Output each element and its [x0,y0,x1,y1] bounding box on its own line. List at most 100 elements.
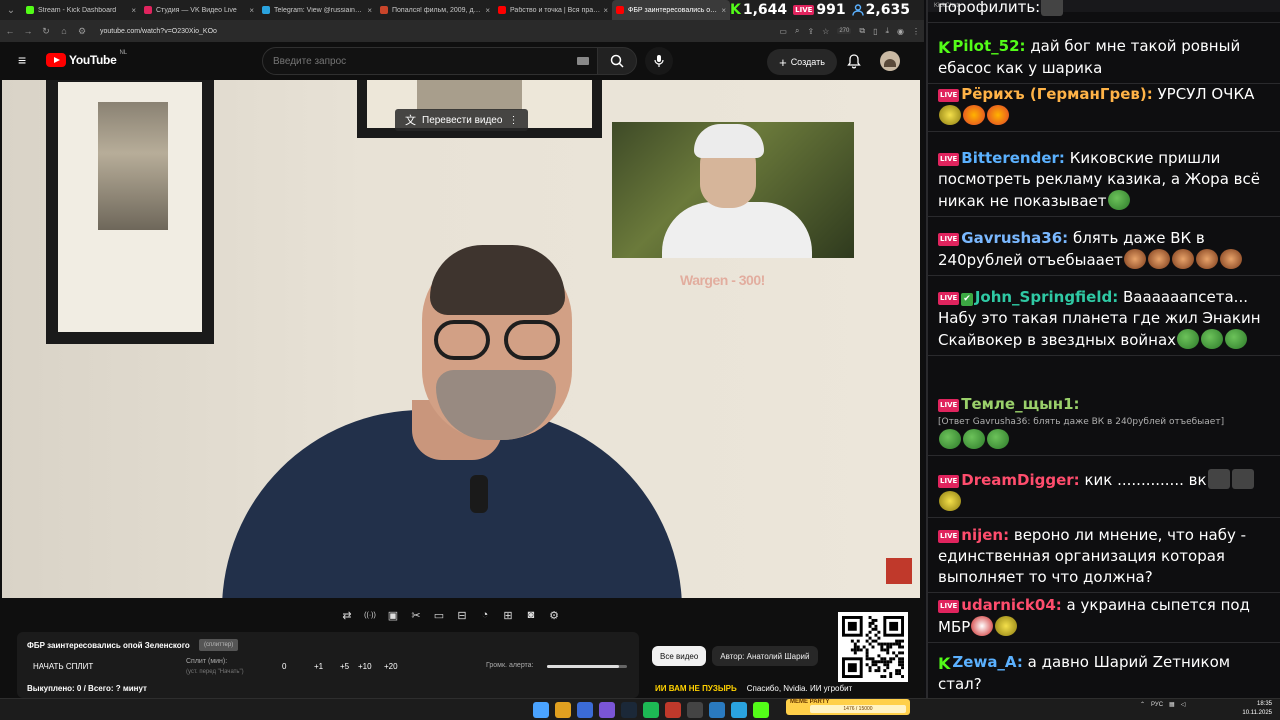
app-red-icon[interactable] [665,702,681,718]
more-options-icon[interactable]: ⋮ [508,115,518,126]
chat-message[interactable]: LIVE udarnick04: а украина сыпется под МБ… [928,591,1280,643]
extensions-icon[interactable]: ⧉ [859,26,865,36]
chat-text: УРСУЛ ОЧКА [1157,85,1255,103]
forward-icon[interactable]: → [22,26,34,36]
search-button[interactable] [597,47,637,75]
tab-close-icon[interactable]: × [131,6,136,15]
chat-author[interactable]: DreamDigger: [961,471,1079,489]
panel-chip[interactable]: (сплиттер) [199,639,239,651]
chat-author[interactable]: Pilot_52: [952,37,1025,55]
chat-message[interactable]: LIVE nijen: вероно ли мнение, что набу - … [928,521,1280,593]
subtitles-icon[interactable]: ⊟ [453,606,471,624]
site-info-icon[interactable]: ⚙ [76,26,88,37]
twitch-icon[interactable] [599,702,615,718]
chat-author[interactable]: nijen: [961,526,1009,544]
reload-icon[interactable]: ↻ [40,26,52,37]
chat-message[interactable]: LIVE Bitterender: Киковские пришли посмот… [928,144,1280,217]
spotify-icon[interactable] [643,702,659,718]
chip-all-videos[interactable]: Все видео [652,646,707,666]
split-minutes-value[interactable]: 0 [282,662,286,671]
video-player[interactable]: 文 Перевести видео ⋮ Wargen - 300! [2,80,920,598]
language-indicator[interactable]: РУС [1151,702,1163,708]
steam-icon[interactable] [621,702,637,718]
tab-close-icon[interactable]: × [721,6,726,15]
tab-list-icon[interactable]: ⌄ [0,0,22,20]
install-icon[interactable]: ▭ [779,27,787,36]
notifications-bell-icon[interactable] [846,53,862,69]
profile-icon[interactable]: ◉ [897,27,904,36]
speed-icon[interactable]: ◔ [476,606,494,624]
tab-close-icon[interactable]: × [367,6,372,15]
camera-icon[interactable]: ◙ [522,606,540,624]
bookmark-icon[interactable]: ☆ [822,27,829,36]
chat-author[interactable]: John_Springfield: [975,288,1118,306]
screenshot-icon[interactable]: ▣ [384,606,402,624]
recommended-video[interactable]: ИИ ВАМ НЕ ПУЗЫРЬ Спасибо, Nvidia. ИИ угр… [655,678,852,698]
obs-icon[interactable] [687,702,703,718]
pip-icon[interactable]: ▭ [430,606,448,624]
tab-close-icon[interactable]: × [485,6,490,15]
kick-app-icon[interactable] [753,702,769,718]
settings-icon[interactable]: ⚙ [545,606,563,624]
chat-message[interactable]: K Pilot_52: дай бог мне такой ровный ебас… [928,32,1280,84]
url-field[interactable]: youtube.com/watch?v=O230Xio_KOo [100,28,217,35]
start-icon[interactable] [533,702,549,718]
telegram-icon[interactable] [731,702,747,718]
chat-message[interactable]: LIVE DreamDigger: кик .............. вк [928,465,1280,518]
chat-message[interactable]: LIVE ✔ John_Springfield: Ваааааапсета... Н… [928,283,1280,356]
tab-close-icon[interactable]: × [249,6,254,15]
start-split-button[interactable]: НАЧАТЬ СПЛИТ [33,662,93,671]
browser-tab[interactable]: Студия — VK Видео Live × [140,0,258,20]
alert-volume-slider[interactable] [547,665,627,668]
chrome-icon[interactable] [555,702,571,718]
increment-20-button[interactable]: +20 [384,662,398,671]
back-icon[interactable]: ← [4,26,16,36]
extension-badge[interactable]: 270 [837,28,852,34]
network-icon[interactable]: ▦ [1169,701,1175,708]
increment-10-button[interactable]: +10 [358,662,372,671]
chat-author[interactable]: Темле_щын1: [961,395,1079,413]
chat-author[interactable]: udarnick04: [961,596,1062,614]
search-input[interactable] [273,55,563,67]
app-blue-icon[interactable] [709,702,725,718]
chat-message[interactable]: LIVE Темле_щын1: [Ответ Gavrusha36: блять… [928,390,1280,456]
volume-icon[interactable]: ◁ [1181,701,1186,708]
browser-menu-icon[interactable]: ⋮ [912,27,920,36]
downloads-icon[interactable]: ⤓ [885,26,889,36]
browser-tab[interactable]: Рабство и точка | Вся правда…× [494,0,612,20]
account-avatar[interactable] [880,51,900,71]
tray-chevron-icon[interactable]: ⌃ [1140,701,1145,708]
chat-message[interactable]: LIVE Рёрихъ (ГерманГрев): УРСУЛ ОЧКА [928,80,1280,132]
browser-tab[interactable]: ФБР заинтересовались ол… × [612,0,730,20]
keyboard-icon[interactable] [577,57,589,65]
youtube-logo[interactable]: YouTube NL [46,50,127,67]
chat-author[interactable]: Zewa_A: [952,653,1022,671]
clip-icon[interactable]: ✂ [407,606,425,624]
hamburger-menu-icon[interactable]: ≡ [18,53,30,67]
chip-author[interactable]: Автор: Анатолий Шарий [712,646,818,666]
add-icon[interactable]: ⊞ [499,606,517,624]
increment-1-button[interactable]: +1 [314,662,323,671]
create-button[interactable]: + Создать [767,49,837,75]
discord-icon[interactable] [577,702,593,718]
browser-tab[interactable]: Попался! фильм, 2009, дата вы…× [376,0,494,20]
chat-author[interactable]: Bitterender: [961,149,1065,167]
share-icon[interactable]: ⇪ [807,27,814,36]
increment-5-button[interactable]: +5 [340,662,349,671]
home-icon[interactable]: ⌂ [58,26,70,36]
zoom-icon[interactable]: ⌕ [795,26,799,36]
translate-video-button[interactable]: 文 Перевести видео ⋮ [395,109,529,131]
chat-message[interactable]: LIVE Gavrusha36: блять даже ВК в 240рубле… [928,224,1280,276]
chat-message[interactable]: K Zewa_A: а давно Шарий Zетником стал? [928,648,1280,698]
sidebar-icon[interactable]: ▯ [873,27,877,36]
voice-search-button[interactable] [645,47,673,75]
browser-tab[interactable]: Stream - Kick Dashboard × [22,0,140,20]
browser-tab[interactable]: Telegram: View @russiainnym…× [258,0,376,20]
cast-icon[interactable]: ((·)) [361,606,379,624]
chat-author[interactable]: Gavrusha36: [961,229,1068,247]
chat-message[interactable]: порофилить: [928,0,1280,23]
tab-close-icon[interactable]: × [603,6,608,15]
clock[interactable]: 18:35 10.11.2025 [1242,700,1272,718]
chat-author[interactable]: Рёрихъ (ГерманГрев): [961,85,1152,103]
loop-icon[interactable]: ⇄ [338,606,356,624]
